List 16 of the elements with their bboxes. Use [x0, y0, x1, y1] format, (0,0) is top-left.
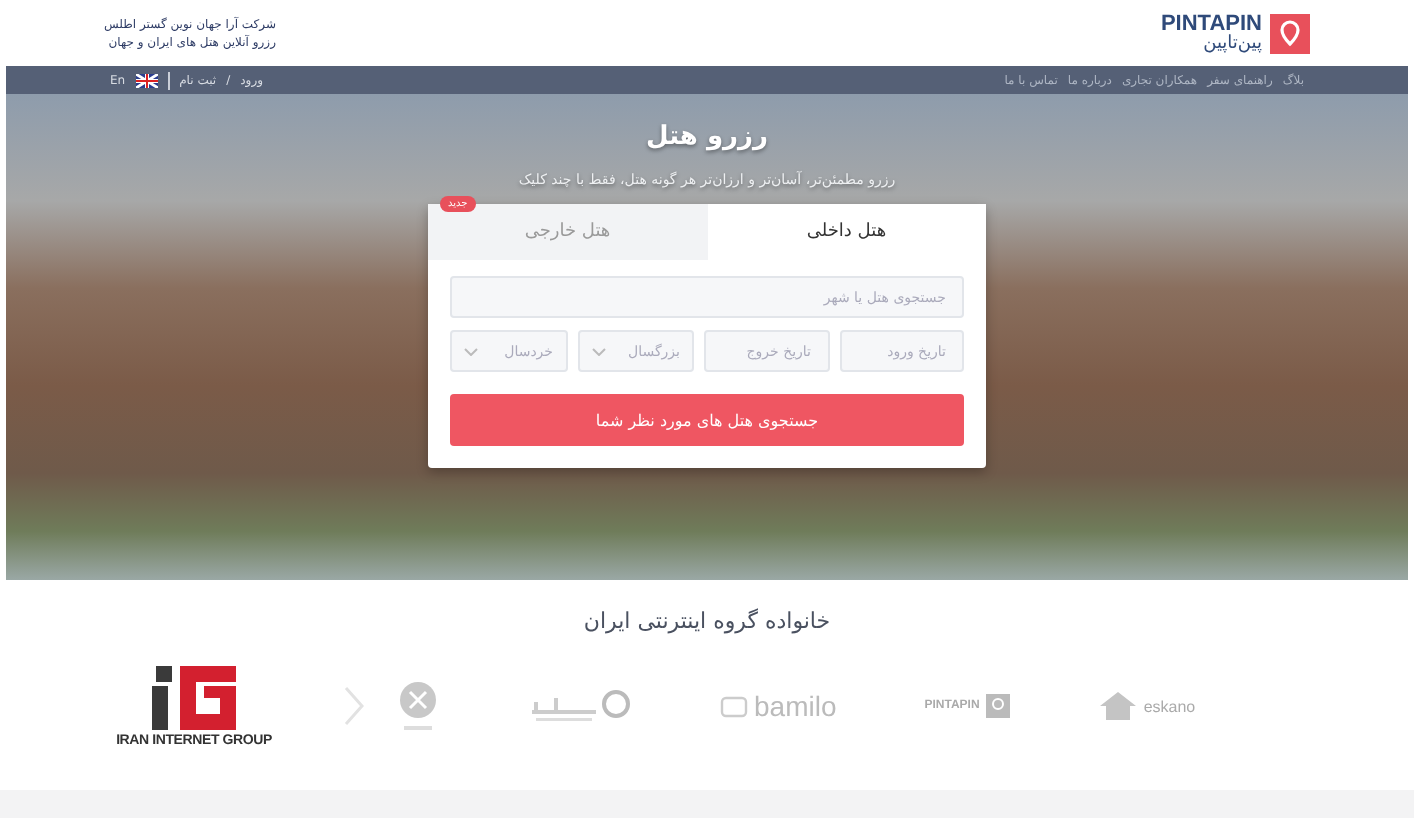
search-button[interactable]: جستجوی هتل های مورد نظر شما	[450, 394, 964, 446]
hero-title: رزرو هتل	[646, 122, 768, 152]
chevron-down-icon	[591, 347, 605, 355]
hotel-tab[interactable]: هتل داخلی	[707, 204, 986, 260]
chevron-right-icon[interactable]	[344, 686, 364, 726]
map-pin-icon[interactable]	[1270, 13, 1310, 53]
group-logo-icon	[152, 665, 236, 729]
partner-logo[interactable]	[528, 688, 632, 724]
flag-icon[interactable]	[135, 73, 158, 87]
partner-logo[interactable]	[396, 680, 440, 732]
partner-logo[interactable]: eskano	[1097, 690, 1196, 722]
logo-wordmark[interactable]: پین‌تاپین	[1203, 36, 1262, 54]
logo-wordmark[interactable]: PINTAPIN	[1160, 12, 1262, 36]
partner-logo[interactable]: bamilo	[720, 690, 837, 722]
section-heading: خانواده گروه اینترنتی ایران	[581, 608, 833, 634]
chevron-down-icon	[464, 347, 478, 355]
